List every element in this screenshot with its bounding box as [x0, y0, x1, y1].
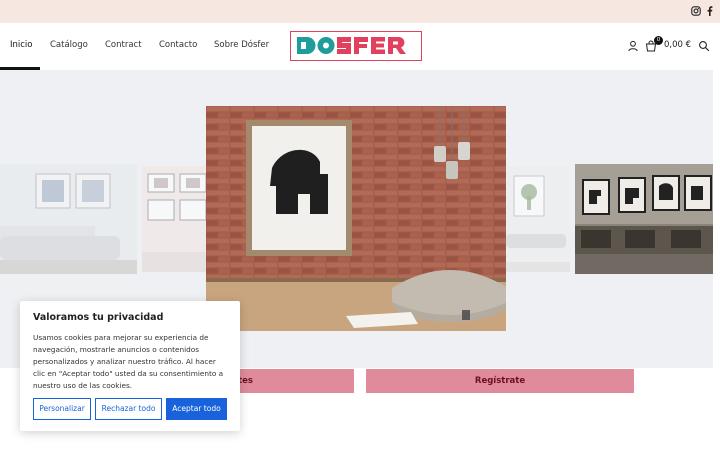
instagram-icon[interactable] — [691, 6, 701, 16]
top-bar — [0, 0, 720, 23]
cart-total[interactable]: 0,00 € — [664, 40, 691, 50]
nav-item-sobre-dosfer[interactable]: Sobre Dósfer — [214, 40, 269, 50]
carousel-slide-brick-wall[interactable] — [206, 106, 506, 331]
facebook-icon[interactable] — [705, 6, 715, 16]
search-icon[interactable] — [698, 40, 710, 52]
accept-cookies-button[interactable]: Aceptar todo — [166, 398, 227, 420]
nav-item-inicio[interactable]: Inicio — [10, 40, 33, 50]
site-logo[interactable] — [290, 31, 422, 61]
cookie-consent-dialog: Valoramos tu privacidad Usamos cookies p… — [20, 301, 240, 431]
cookie-body: Usamos cookies para mejorar su experienc… — [33, 333, 224, 390]
carousel-slide-restaurant[interactable] — [575, 164, 713, 274]
carousel-slide-gallery-wall[interactable] — [142, 166, 206, 272]
carousel-slide-plant-art[interactable] — [506, 166, 570, 272]
nav-item-contacto[interactable]: Contacto — [159, 40, 197, 50]
reject-cookies-button[interactable]: Rechazar todo — [95, 398, 162, 420]
carousel-slide-living-room[interactable] — [0, 164, 137, 274]
login-button[interactable]: tes — [225, 369, 354, 393]
cart-count-badge: 0 — [654, 36, 663, 45]
customize-cookies-button[interactable]: Personalizar — [33, 398, 91, 420]
cookie-title: Valoramos tu privacidad — [33, 312, 164, 323]
dosfer-logo-mark — [297, 37, 406, 54]
user-icon[interactable] — [627, 40, 639, 52]
nav-item-contract[interactable]: Contract — [105, 40, 142, 50]
register-button[interactable]: Regístrate — [366, 369, 634, 393]
nav-item-catalogo[interactable]: Catálogo — [50, 40, 88, 50]
site-header: Inicio Catálogo Contract Contacto Sobre … — [0, 23, 720, 70]
